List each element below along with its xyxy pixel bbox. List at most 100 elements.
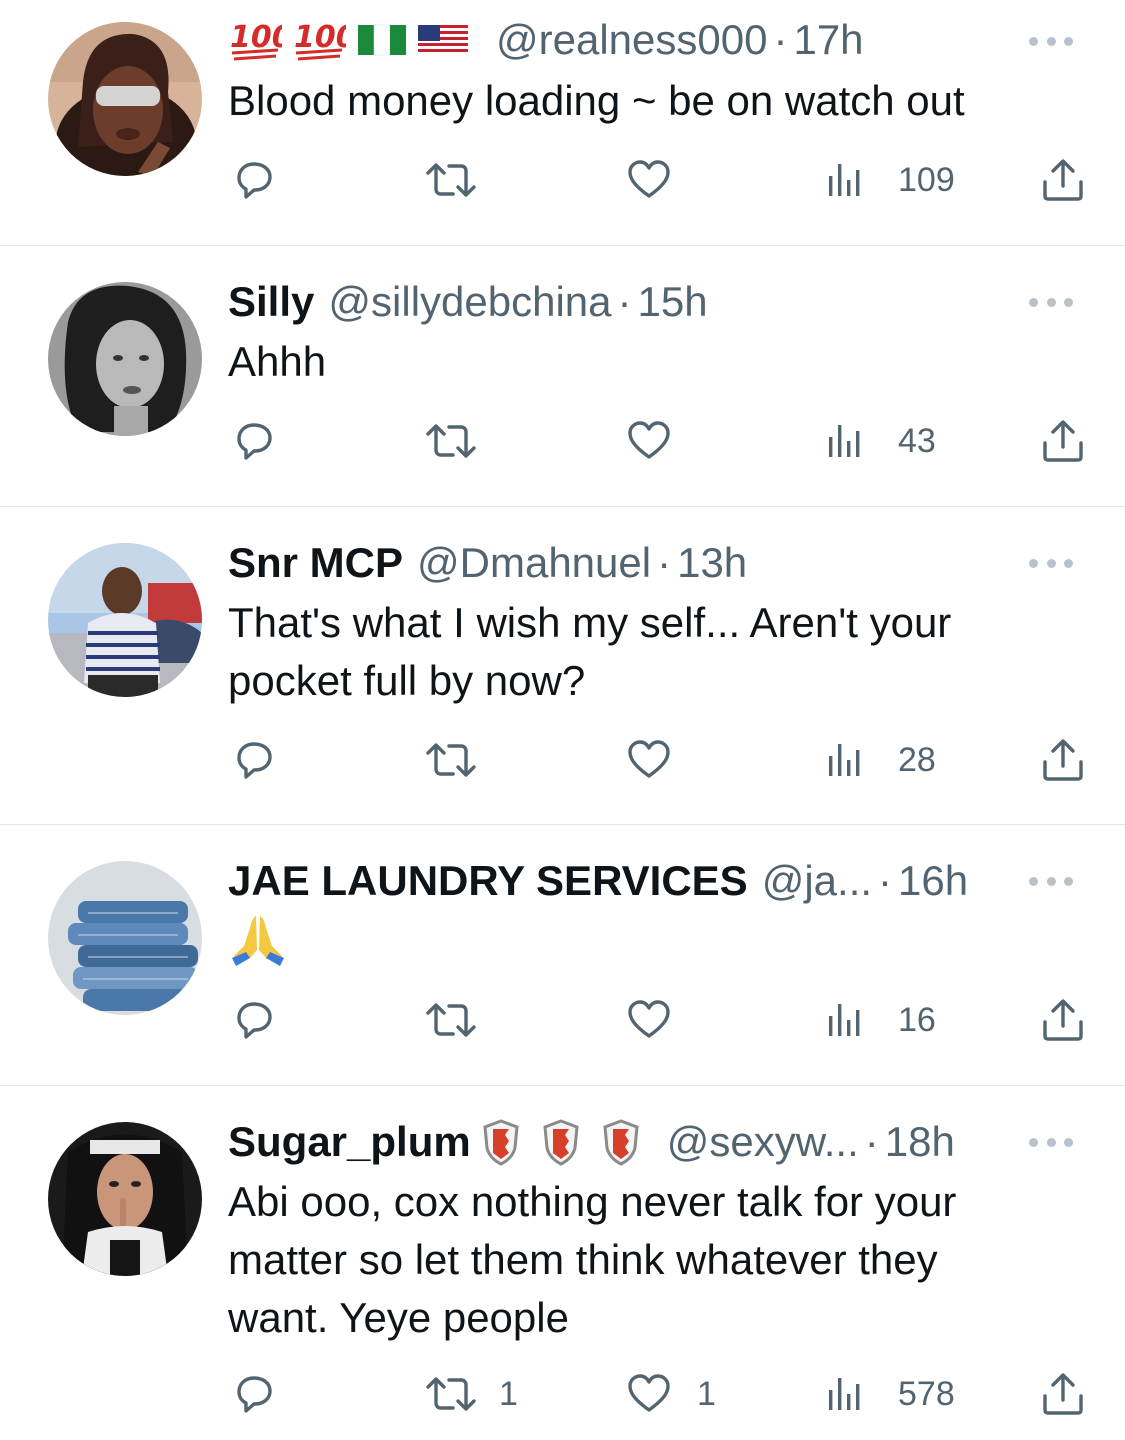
more-options-icon[interactable]: [1029, 295, 1073, 309]
user-handle[interactable]: @sillydebchina: [328, 274, 611, 330]
separator-dot: ·: [773, 16, 788, 63]
more-options-icon[interactable]: [1029, 556, 1073, 570]
timestamp[interactable]: 15h: [638, 274, 708, 330]
avatar[interactable]: [48, 543, 202, 697]
us-flag-icon: [418, 25, 468, 55]
tweet-actions: 28: [0, 730, 1125, 790]
retweet-button[interactable]: [423, 990, 479, 1050]
views-button[interactable]: 43: [826, 411, 936, 471]
share-button[interactable]: [1039, 411, 1087, 471]
like-button[interactable]: 1: [625, 1364, 716, 1424]
like-button[interactable]: [625, 150, 673, 210]
share-button[interactable]: [1039, 730, 1087, 790]
display-name[interactable]: Snr MCP: [228, 535, 403, 591]
timestamp[interactable]: 16h: [898, 853, 968, 909]
retweet-button[interactable]: 1: [423, 1364, 518, 1424]
tweet-5[interactable]: Sugar_plum @sexyw... · 18h Abi ooo, cox …: [0, 1086, 1125, 1440]
share-icon: [1039, 156, 1087, 204]
tweet-text-line: Abi ooo, cox nothing never talk for your: [228, 1178, 957, 1225]
share-icon: [1039, 1370, 1087, 1418]
reply-icon: [230, 736, 278, 784]
tweet-text-line: matter so let them think whatever they: [228, 1236, 938, 1283]
like-button[interactable]: [625, 990, 673, 1050]
avatar[interactable]: [48, 1122, 202, 1276]
views-count: 43: [898, 421, 936, 460]
praying-hands-icon: [232, 916, 284, 966]
views-button[interactable]: 109: [826, 150, 955, 210]
nigeria-flag-icon: [358, 24, 406, 56]
tweet-3[interactable]: Snr MCP @Dmahnuel · 13h That's what I wi…: [0, 507, 1125, 825]
bahrain-shield-icon: [541, 1118, 581, 1166]
tweet-text-line: pocket full by now?: [228, 657, 586, 704]
tweet-4[interactable]: JAE LAUNDRY SERVICES @ja... · 16h 🙏 16: [0, 825, 1125, 1086]
tweet-text: Abi ooo, cox nothing never talk for your…: [228, 1173, 1068, 1347]
retweet-button[interactable]: [423, 730, 479, 790]
like-count: 1: [697, 1374, 716, 1413]
reply-icon: [230, 156, 278, 204]
retweet-icon: [423, 1370, 479, 1418]
hundred-emoji-icon: 100: [230, 20, 282, 61]
bahrain-shield-icon: [481, 1118, 521, 1166]
display-name-emojis[interactable]: 100 100: [228, 17, 496, 63]
timestamp[interactable]: 17h: [793, 12, 863, 68]
user-handle[interactable]: @realness000: [496, 12, 767, 68]
timestamp[interactable]: 18h: [885, 1114, 955, 1170]
views-icon: [826, 1374, 866, 1414]
reply-button[interactable]: [230, 730, 278, 790]
views-button[interactable]: 28: [826, 730, 936, 790]
user-handle[interactable]: @Dmahnuel: [417, 535, 651, 591]
tweet-2[interactable]: Silly @sillydebchina · 15h Ahhh 43: [0, 246, 1125, 507]
reply-button[interactable]: [230, 990, 278, 1050]
like-icon: [625, 996, 673, 1044]
separator-dot: ·: [657, 539, 672, 586]
share-button[interactable]: [1039, 150, 1087, 210]
tweet-text-line: That's what I wish my self... Aren't you…: [228, 599, 952, 646]
like-icon: [625, 417, 673, 465]
praying-hands-emoji: 🙏: [228, 910, 229, 911]
share-button[interactable]: [1039, 1364, 1087, 1424]
retweet-icon: [423, 156, 479, 204]
reply-icon: [230, 996, 278, 1044]
like-button[interactable]: [625, 411, 673, 471]
retweet-button[interactable]: [423, 411, 479, 471]
display-name[interactable]: JAE LAUNDRY SERVICES: [228, 853, 748, 909]
tweet-header: JAE LAUNDRY SERVICES @ja... · 16h: [228, 853, 1065, 909]
retweet-button[interactable]: [423, 150, 479, 210]
reply-button[interactable]: [230, 1364, 278, 1424]
retweet-icon: [423, 996, 479, 1044]
display-name[interactable]: Silly: [228, 274, 314, 330]
views-icon: [826, 421, 866, 461]
more-options-icon[interactable]: [1029, 1135, 1073, 1149]
share-icon: [1039, 417, 1087, 465]
views-button[interactable]: 16: [826, 990, 936, 1050]
views-count: 109: [898, 160, 955, 199]
like-icon: [625, 156, 673, 204]
reply-icon: [230, 417, 278, 465]
separator-dot: ·: [864, 1118, 879, 1165]
tweet-text: Ahhh: [228, 338, 327, 385]
views-icon: [826, 740, 866, 780]
reply-button[interactable]: [230, 411, 278, 471]
share-icon: [1039, 736, 1087, 784]
tweet-header: Silly @sillydebchina · 15h: [228, 274, 1065, 330]
share-button[interactable]: [1039, 990, 1087, 1050]
views-button[interactable]: 578: [826, 1364, 955, 1424]
user-handle[interactable]: @sexyw...: [667, 1114, 859, 1170]
reply-icon: [230, 1370, 278, 1418]
tweet-actions: 16: [0, 990, 1125, 1050]
like-button[interactable]: [625, 730, 673, 790]
tweet-text: 🙏: [228, 910, 1068, 970]
bahrain-shield-icon: [601, 1118, 641, 1166]
tweet-1[interactable]: 100 100 @realness000 · 17h Blood money l…: [0, 0, 1125, 246]
separator-dot: ·: [878, 857, 893, 904]
more-options-icon[interactable]: [1029, 34, 1073, 48]
more-options-icon[interactable]: [1029, 874, 1073, 888]
user-handle[interactable]: @ja...: [762, 853, 872, 909]
timestamp[interactable]: 13h: [677, 535, 747, 591]
tweet-header: Snr MCP @Dmahnuel · 13h: [228, 535, 1065, 591]
display-name[interactable]: Sugar_plum: [228, 1114, 471, 1170]
tweet-actions: 1 1 578: [0, 1364, 1125, 1424]
views-icon: [826, 1000, 866, 1040]
reply-button[interactable]: [230, 150, 278, 210]
tweet-text: Blood money loading ~ be on watch out: [228, 77, 965, 124]
